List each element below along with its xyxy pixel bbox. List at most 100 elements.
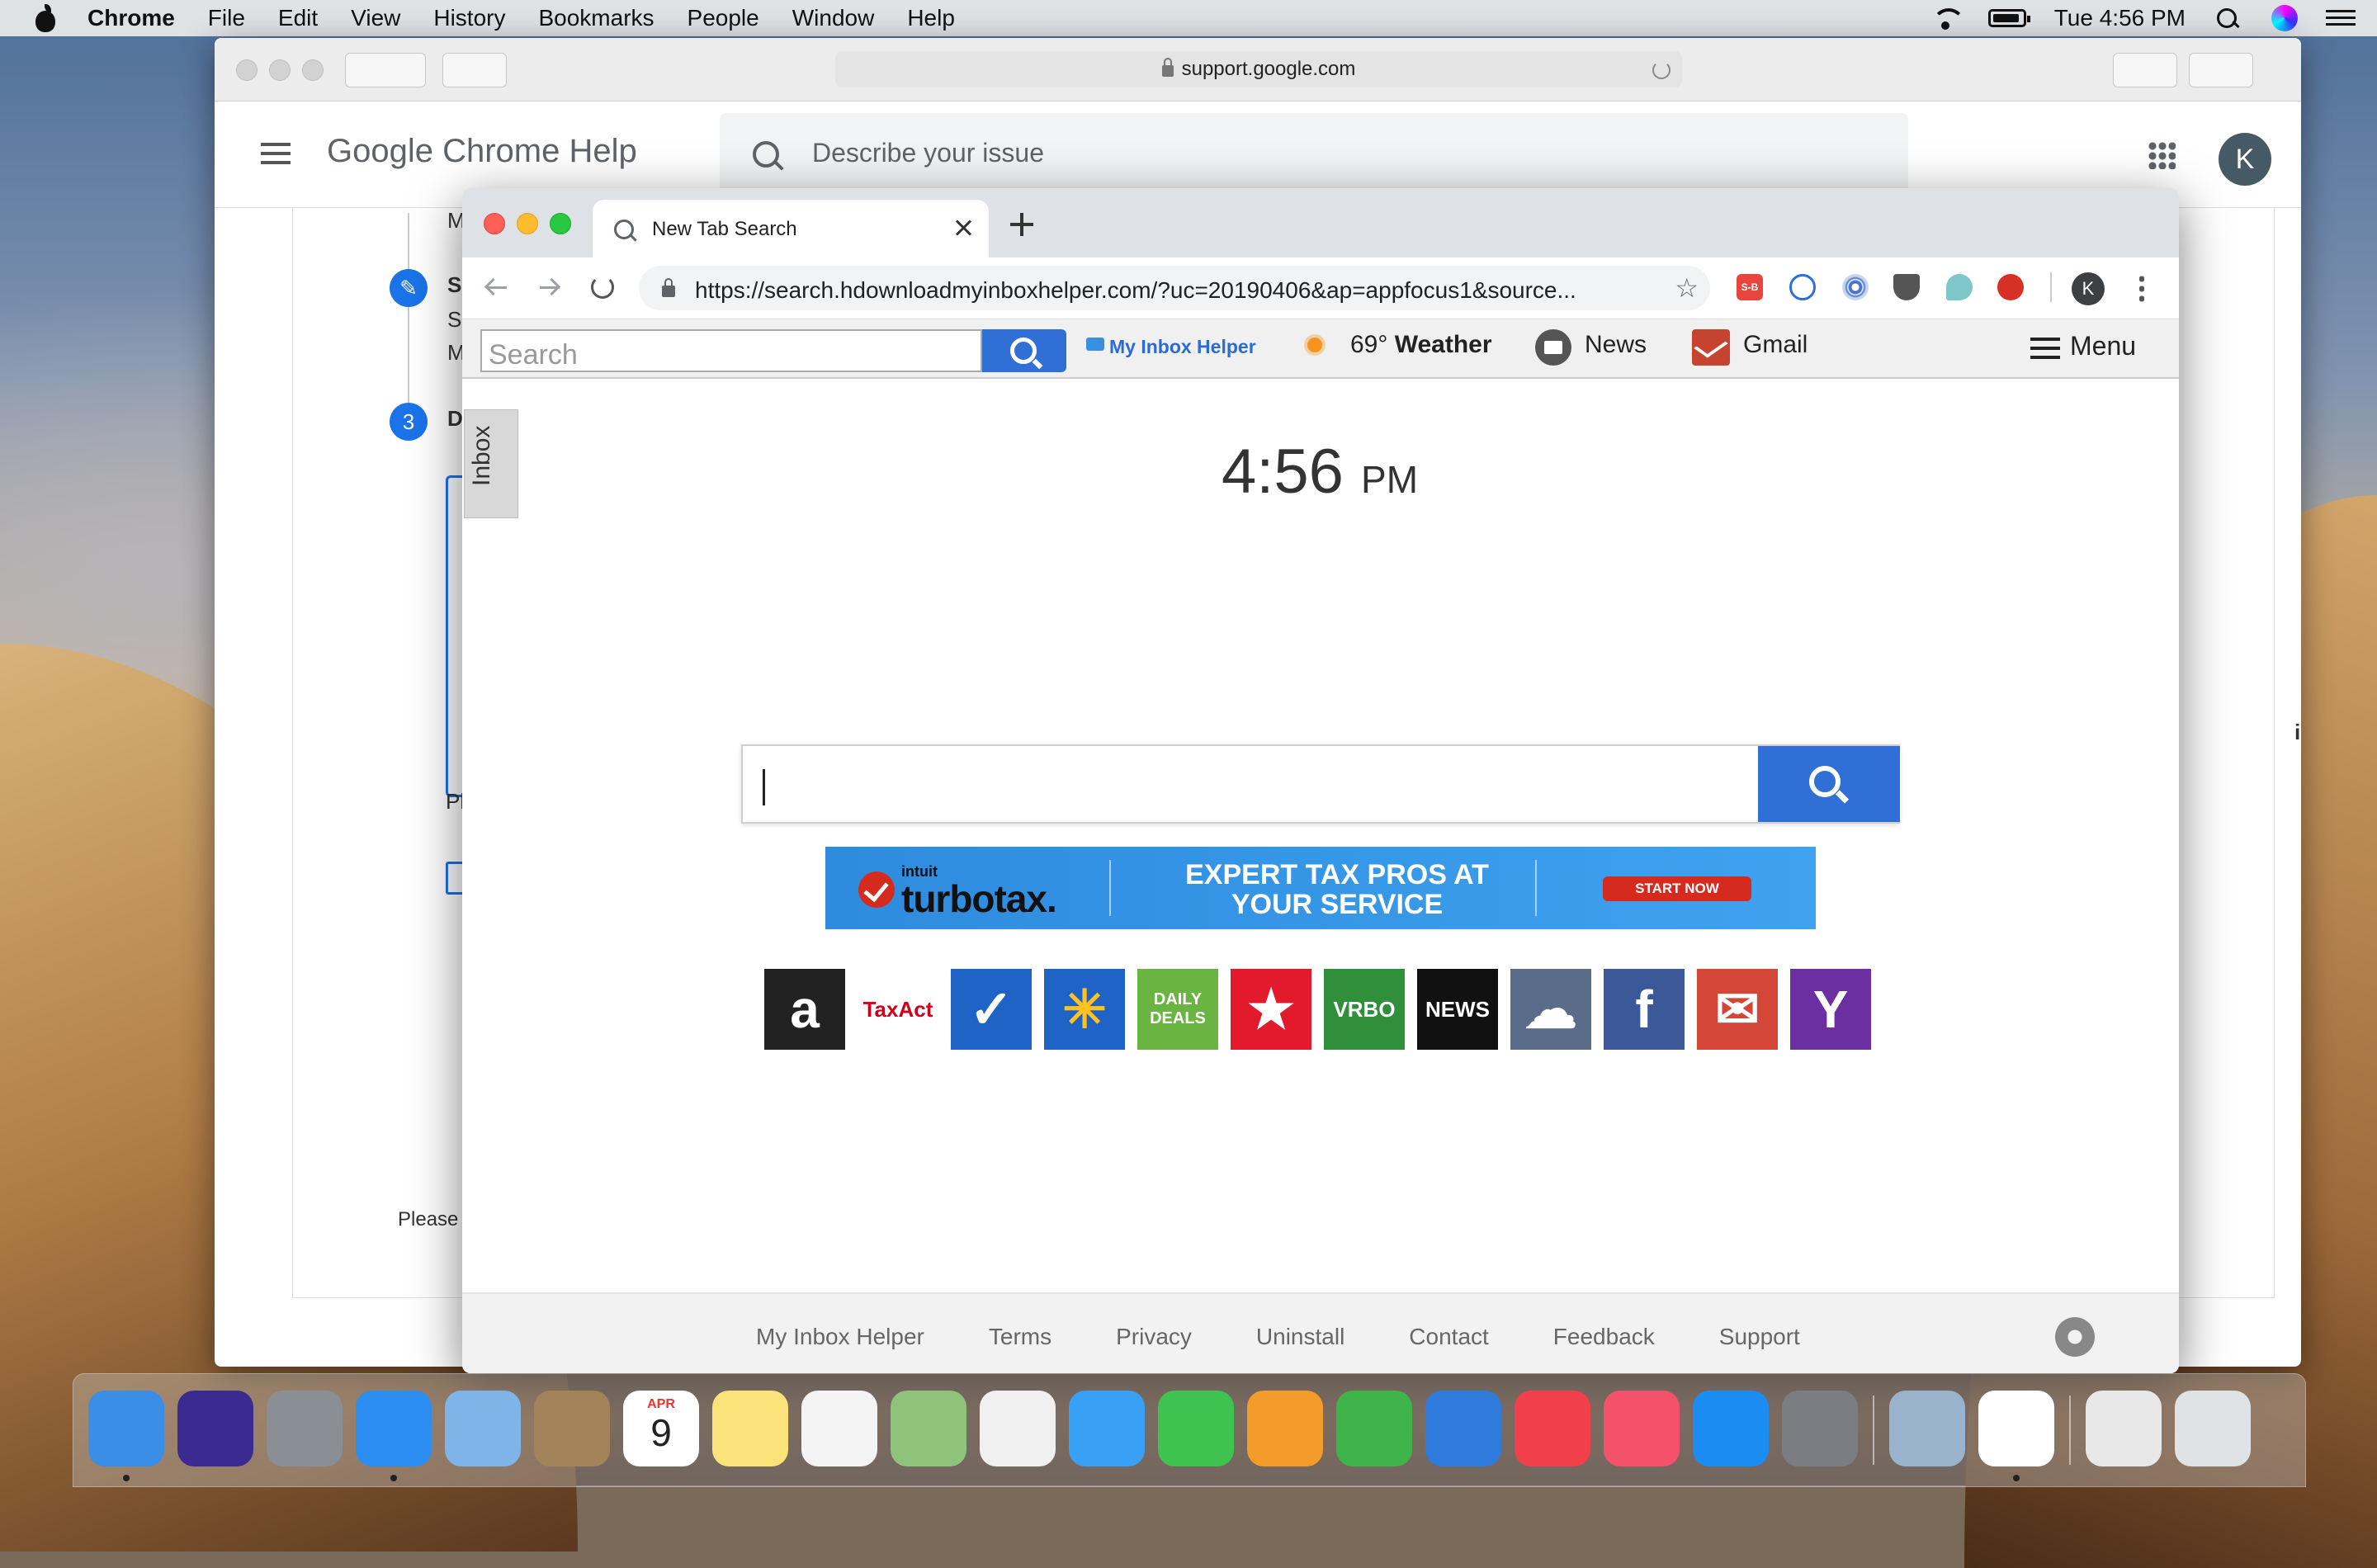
menu-app-name[interactable]: Chrome (87, 5, 175, 31)
news-icon[interactable] (1535, 329, 1571, 366)
menu-clock[interactable]: Tue 4:56 PM (2054, 5, 2186, 31)
google-apps-icon[interactable] (2148, 141, 2176, 169)
safari-back-forward-buttons[interactable] (345, 53, 426, 87)
taxact-tile[interactable]: TaxAct (858, 969, 938, 1050)
safari-close-button[interactable] (236, 59, 258, 81)
gmail-tile[interactable]: ✉ (1697, 969, 1778, 1050)
spotlight-search-icon[interactable] (2214, 7, 2243, 30)
contacts-icon[interactable] (534, 1391, 610, 1466)
main-search-button[interactable] (1758, 746, 1900, 822)
safari-minimize-button[interactable] (269, 59, 291, 81)
mail-icon[interactable] (445, 1391, 521, 1466)
forward-arrow-icon[interactable] (538, 279, 560, 295)
reminders-icon[interactable] (801, 1391, 877, 1466)
numbers-icon[interactable] (1336, 1391, 1412, 1466)
turbotax-ad-banner[interactable]: intuit turbotax. EXPERT TAX PROS AT YOUR… (825, 847, 1816, 929)
safari-reload-icon[interactable] (1652, 61, 1671, 79)
main-search-input[interactable] (741, 744, 1900, 824)
gear-icon[interactable] (2050, 1312, 2100, 1362)
notification-center-icon[interactable] (2326, 7, 2356, 30)
toolbar-search-button[interactable] (982, 329, 1066, 372)
extension-shield-icon[interactable] (1893, 274, 1920, 300)
pages-icon[interactable] (1247, 1391, 1323, 1466)
trash-icon[interactable] (2175, 1391, 2251, 1466)
menu-help[interactable]: Help (907, 5, 955, 31)
extension-sb-icon[interactable]: S-B (1737, 274, 1763, 300)
hamburger-menu-icon[interactable] (261, 143, 291, 164)
wifi-icon[interactable] (1930, 7, 1965, 30)
finder-icon[interactable] (88, 1391, 164, 1466)
chrome-profile-avatar[interactable]: K (2072, 272, 2105, 305)
footer-link[interactable]: Terms (989, 1324, 1051, 1350)
help-page-title[interactable]: Google Chrome Help (327, 133, 637, 170)
keynote-icon[interactable] (1425, 1391, 1501, 1466)
launchpad-icon[interactable] (267, 1391, 343, 1466)
inbox-side-tab[interactable]: Inbox (464, 409, 518, 518)
extension-adblock-icon[interactable] (1997, 274, 2024, 300)
photos-icon[interactable] (980, 1391, 1056, 1466)
footer-link[interactable]: Feedback (1553, 1324, 1655, 1350)
tab-close-icon[interactable] (954, 218, 974, 238)
chrome-icon[interactable] (1978, 1391, 2054, 1466)
maps-icon[interactable] (891, 1391, 966, 1466)
weather-tile[interactable]: ☁ (1510, 969, 1591, 1050)
menu-bookmarks[interactable]: Bookmarks (538, 5, 654, 31)
menu-hamburger-icon[interactable] (2030, 338, 2060, 359)
menu-window[interactable]: Window (792, 5, 875, 31)
downloads-stack-icon[interactable] (2086, 1391, 2162, 1466)
reload-icon[interactable] (591, 276, 614, 299)
weather-link[interactable]: 69° Weather (1350, 331, 1492, 359)
footer-link[interactable]: Uninstall (1256, 1324, 1344, 1350)
yahoo-tile[interactable]: Y (1790, 969, 1871, 1050)
footer-link[interactable]: Privacy (1116, 1324, 1192, 1350)
amazon-tile[interactable]: a (764, 969, 845, 1050)
close-window-button[interactable] (484, 213, 505, 234)
safari-zoom-button[interactable] (302, 59, 324, 81)
news-link[interactable]: News (1585, 331, 1647, 359)
account-avatar[interactable]: K (2219, 133, 2271, 186)
gmail-icon[interactable] (1692, 329, 1730, 366)
battery-icon[interactable] (1987, 9, 2030, 27)
turbotax-tile[interactable]: ✓ (951, 969, 1032, 1050)
inbox-helper-brand-link[interactable]: My Inbox Helper (1086, 336, 1256, 358)
extension-bubble-icon[interactable] (1946, 274, 1973, 300)
apple-menu-icon[interactable] (33, 4, 58, 32)
siri-menu-icon[interactable] (2271, 5, 2298, 31)
tab-new-tab-search[interactable]: New Tab Search (593, 200, 989, 257)
lock-icon[interactable] (662, 278, 675, 297)
menu-history[interactable]: History (433, 5, 505, 31)
gmail-link[interactable]: Gmail (1743, 331, 1808, 359)
zoom-window-button[interactable] (550, 213, 571, 234)
safari-address-bar[interactable]: support.google.com (835, 51, 1682, 87)
system-preferences-icon[interactable] (1782, 1391, 1858, 1466)
facebook-tile[interactable]: f (1604, 969, 1685, 1050)
chrome-menu-kebab-icon[interactable] (2139, 274, 2144, 302)
safari-tabs-button[interactable] (2189, 53, 2253, 87)
footer-link[interactable]: Contact (1409, 1324, 1489, 1350)
extension-swirl-icon[interactable] (1842, 274, 1869, 300)
ad-start-now-button[interactable]: START NOW (1603, 876, 1751, 901)
news-app-icon[interactable] (1515, 1391, 1590, 1466)
menu-button[interactable]: Menu (2070, 331, 2136, 361)
menu-people[interactable]: People (688, 5, 759, 31)
facetime-icon[interactable] (1158, 1391, 1234, 1466)
app-store-icon[interactable] (1693, 1391, 1769, 1466)
walmart-tile[interactable]: ✳ (1044, 969, 1125, 1050)
notes-icon[interactable] (712, 1391, 788, 1466)
safari-sidebar-button[interactable] (442, 53, 507, 87)
back-arrow-icon[interactable] (485, 279, 507, 295)
daily-deals-tile[interactable]: DAILY DEALS (1137, 969, 1218, 1050)
bookmark-star-icon[interactable]: ☆ (1675, 275, 1699, 301)
preview-icon[interactable] (1889, 1391, 1965, 1466)
footer-link[interactable]: Support (1719, 1324, 1800, 1350)
extension-search-icon[interactable] (1789, 274, 1816, 300)
macys-tile[interactable]: ★ (1231, 969, 1311, 1050)
safari-share-button[interactable] (2113, 53, 2177, 87)
menu-edit[interactable]: Edit (278, 5, 318, 31)
siri-icon[interactable] (177, 1391, 253, 1466)
omnibox-url[interactable]: https://search.hdownloadmyinboxhelper.co… (695, 277, 1652, 304)
menu-file[interactable]: File (208, 5, 245, 31)
safari-icon[interactable] (356, 1391, 432, 1466)
help-search-box[interactable]: Describe your issue (720, 113, 1908, 196)
vrbo-tile[interactable]: VRBO (1324, 969, 1405, 1050)
